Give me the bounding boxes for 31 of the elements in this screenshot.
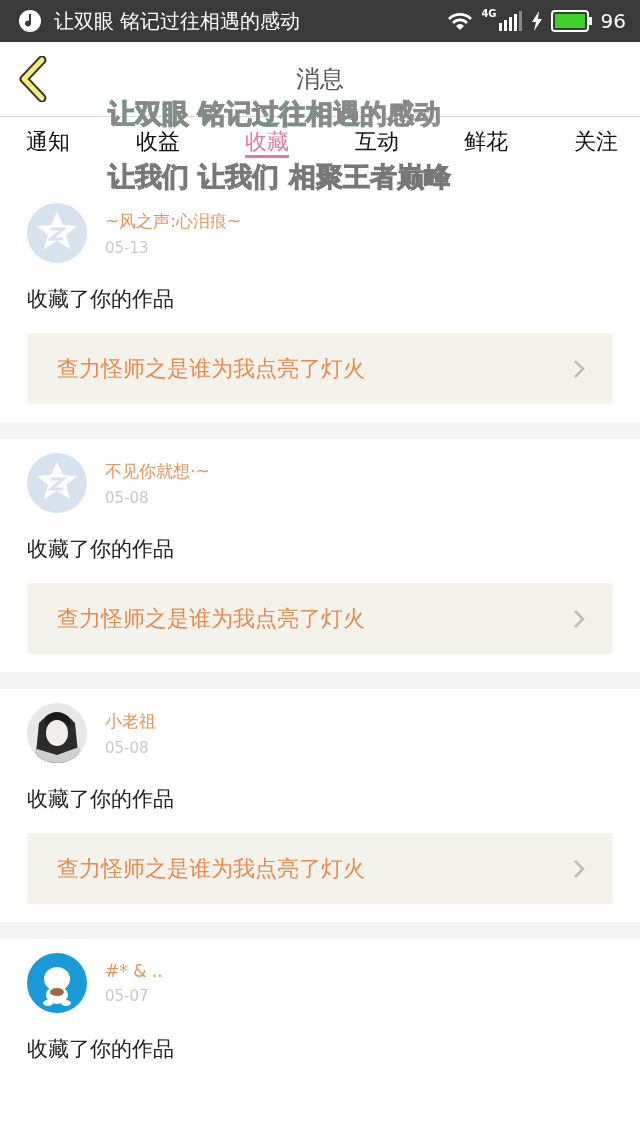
- user-name[interactable]: ~风之声:心泪痕~: [105, 209, 242, 233]
- tab[interactable]: 互动: [354, 129, 399, 158]
- message-text: 收藏了你的作品: [27, 286, 175, 313]
- chevron-right-icon: [573, 358, 585, 379]
- tab[interactable]: 收藏: [245, 129, 290, 158]
- signal-icon: [498, 11, 523, 31]
- user-name[interactable]: 不见你就想·~: [105, 459, 210, 483]
- battery-percent: 96: [600, 9, 626, 33]
- chevron-right-icon: [573, 858, 585, 879]
- message-text: 收藏了你的作品: [27, 1036, 175, 1063]
- notification-title: 让双眼 铭记过往相遇的感动: [54, 7, 301, 35]
- user-name[interactable]: #* & ..: [105, 961, 163, 981]
- chevron-right-icon: [573, 608, 585, 629]
- tab[interactable]: 关注: [573, 129, 618, 158]
- back-button[interactable]: [18, 56, 48, 102]
- page-title: 消息: [296, 64, 344, 95]
- tab[interactable]: 收益: [135, 129, 180, 158]
- network-type: 4G: [481, 8, 497, 19]
- work-link[interactable]: 查力怪师之是谁为我点亮了灯火: [27, 833, 613, 904]
- work-link[interactable]: 查力怪师之是谁为我点亮了灯火: [27, 333, 613, 404]
- lyric-line: 让我们 让我们 相聚王者巅峰: [108, 162, 451, 192]
- work-link[interactable]: 查力怪师之是谁为我点亮了灯火: [27, 583, 613, 654]
- wifi-icon: [447, 11, 474, 31]
- user-name[interactable]: 小老祖: [105, 709, 156, 733]
- music-note-icon: [18, 9, 42, 33]
- battery-icon: [550, 10, 593, 32]
- message-text: 收藏了你的作品: [27, 536, 175, 563]
- charging-icon: [530, 11, 543, 31]
- tab[interactable]: 通知: [26, 129, 70, 158]
- tab[interactable]: 鲜花: [464, 129, 509, 158]
- message-text: 收藏了你的作品: [27, 786, 175, 813]
